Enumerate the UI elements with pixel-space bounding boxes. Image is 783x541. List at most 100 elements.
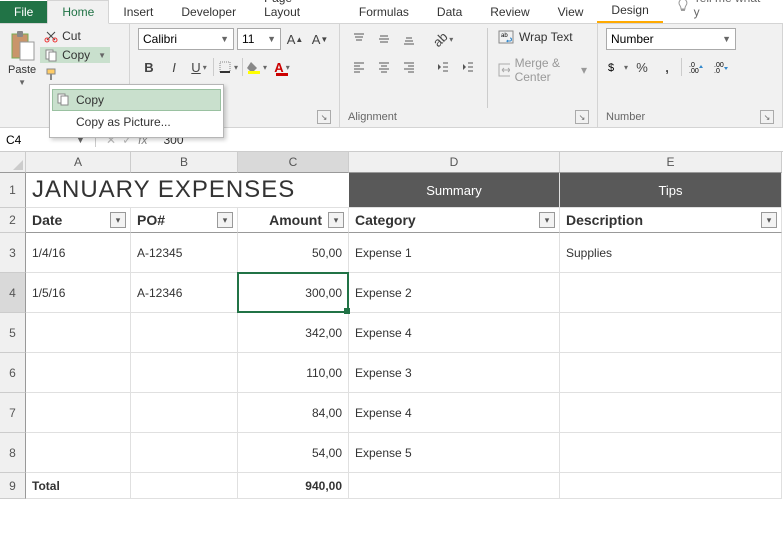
table-row: 1/4/16A-1234550,00Expense 1Supplies <box>26 233 782 273</box>
svg-text:ab: ab <box>501 33 508 39</box>
border-icon <box>218 60 232 74</box>
format-painter-button[interactable] <box>40 66 110 82</box>
scissors-icon <box>44 29 58 43</box>
font-dialog-launcher[interactable]: ↘ <box>317 110 331 124</box>
header-po[interactable]: PO#▾ <box>131 208 238 233</box>
currency-icon: $ <box>606 60 622 74</box>
tab-file[interactable]: File <box>0 1 47 23</box>
filter-po-button[interactable]: ▾ <box>217 212 233 228</box>
bucket-icon <box>247 60 261 74</box>
copy-button[interactable]: Copy▼ <box>40 47 110 63</box>
italic-button[interactable]: I <box>163 56 185 78</box>
filter-description-button[interactable]: ▾ <box>761 212 777 228</box>
tab-data[interactable]: Data <box>423 1 476 23</box>
cut-button[interactable]: Cut <box>40 28 110 44</box>
increase-indent-button[interactable] <box>457 56 479 78</box>
tab-insert[interactable]: Insert <box>109 1 167 23</box>
tab-home[interactable]: Home <box>47 0 109 24</box>
group-alignment: ab▾ abWrap Text Merge & Center▾ Alignmen… <box>340 24 598 127</box>
tab-formulas[interactable]: Formulas <box>345 1 423 23</box>
lightbulb-icon <box>677 0 689 12</box>
tab-pagelayout[interactable]: Page Layout <box>250 0 345 23</box>
row-header-6[interactable]: 6 <box>0 353 26 393</box>
row-header-1[interactable]: 1 <box>0 173 26 208</box>
row-header-4[interactable]: 4 <box>0 273 26 313</box>
alignment-dialog-launcher[interactable]: ↘ <box>575 110 589 124</box>
table-row: 84,00Expense 4 <box>26 393 782 433</box>
align-bottom-button[interactable] <box>398 28 420 50</box>
col-header-a[interactable]: A <box>26 152 131 173</box>
increase-decimal-button[interactable]: .0.00 <box>685 56 707 78</box>
svg-text:.00: .00 <box>689 68 699 74</box>
wrap-icon: ab <box>498 30 514 44</box>
paste-button[interactable]: Paste ▼ <box>8 28 36 126</box>
table-row: 110,00Expense 3 <box>26 353 782 393</box>
tab-design[interactable]: Design <box>597 0 662 23</box>
underline-button[interactable]: U▾ <box>188 56 210 78</box>
tab-view[interactable]: View <box>544 1 598 23</box>
header-amount[interactable]: Amount▾ <box>238 208 349 233</box>
comma-button[interactable]: , <box>656 56 678 78</box>
title-cell[interactable]: JANUARY EXPENSES <box>26 173 349 208</box>
select-all-corner[interactable] <box>0 152 26 173</box>
row-header-2[interactable]: 2 <box>0 208 26 233</box>
font-name-combo[interactable]: ▼ <box>138 28 234 50</box>
menu-copy[interactable]: Copy <box>52 89 221 111</box>
wrap-text-button[interactable]: abWrap Text <box>496 28 589 46</box>
border-button[interactable]: ▾ <box>217 56 239 78</box>
decrease-indent-button[interactable] <box>432 56 454 78</box>
tips-tab-cell[interactable]: Tips <box>560 173 782 208</box>
orientation-button[interactable]: ab▾ <box>432 28 454 50</box>
table-row: 1/5/16A-12346300,00Expense 2 <box>26 273 782 313</box>
header-description[interactable]: Description▾ <box>560 208 782 233</box>
align-left-button[interactable] <box>348 56 370 78</box>
tab-review[interactable]: Review <box>476 1 543 23</box>
copy-dropdown-menu: Copy Copy as Picture... <box>49 84 224 138</box>
font-color-button[interactable]: A▾ <box>271 56 293 78</box>
cells-area[interactable]: JANUARY EXPENSES Summary Tips Date▾ PO#▾… <box>26 173 782 499</box>
currency-button[interactable]: $▾ <box>606 56 628 78</box>
increase-font-button[interactable]: A▲ <box>284 28 306 50</box>
header-date[interactable]: Date▾ <box>26 208 131 233</box>
svg-text:$: $ <box>608 62 614 74</box>
ribbon-tabs: File Home Insert Developer Page Layout F… <box>0 0 783 24</box>
number-format-combo[interactable]: ▼ <box>606 28 736 50</box>
filter-category-button[interactable]: ▾ <box>539 212 555 228</box>
row-header-5[interactable]: 5 <box>0 313 26 353</box>
row-header-8[interactable]: 8 <box>0 433 26 473</box>
merge-center-button[interactable]: Merge & Center▾ <box>496 54 589 86</box>
align-middle-button[interactable] <box>373 28 395 50</box>
col-header-b[interactable]: B <box>131 152 238 173</box>
total-row: Total940,00 <box>26 473 782 499</box>
col-header-c[interactable]: C <box>238 152 349 173</box>
decrease-decimal-button[interactable]: .00.0 <box>710 56 732 78</box>
formula-input[interactable]: 300 <box>157 133 783 147</box>
font-size-combo[interactable]: ▼ <box>237 28 281 50</box>
column-headers-row: A B C D E <box>0 152 783 173</box>
filter-date-button[interactable]: ▾ <box>110 212 126 228</box>
col-header-e[interactable]: E <box>560 152 782 173</box>
row-header-7[interactable]: 7 <box>0 393 26 433</box>
filter-amount-button[interactable]: ▾ <box>328 212 344 228</box>
table-row: 54,00Expense 5 <box>26 433 782 473</box>
fill-color-button[interactable]: ▾ <box>246 56 268 78</box>
tab-developer[interactable]: Developer <box>167 1 250 23</box>
summary-tab-cell[interactable]: Summary <box>349 173 560 208</box>
align-top-button[interactable] <box>348 28 370 50</box>
svg-text:.0: .0 <box>714 68 720 74</box>
menu-copy-as-picture[interactable]: Copy as Picture... <box>52 111 221 133</box>
align-center-button[interactable] <box>373 56 395 78</box>
row-header-3[interactable]: 3 <box>0 233 26 273</box>
row-header-9[interactable]: 9 <box>0 473 26 499</box>
merge-icon <box>498 63 510 77</box>
col-header-d[interactable]: D <box>349 152 560 173</box>
decrease-font-button[interactable]: A▼ <box>309 28 331 50</box>
bold-button[interactable]: B <box>138 56 160 78</box>
percent-button[interactable]: % <box>631 56 653 78</box>
copy-icon <box>44 48 58 62</box>
number-dialog-launcher[interactable]: ↘ <box>760 110 774 124</box>
tab-tellme[interactable]: Tell me what y <box>663 0 783 23</box>
copy-icon <box>56 92 70 106</box>
header-category[interactable]: Category▾ <box>349 208 560 233</box>
align-right-button[interactable] <box>398 56 420 78</box>
